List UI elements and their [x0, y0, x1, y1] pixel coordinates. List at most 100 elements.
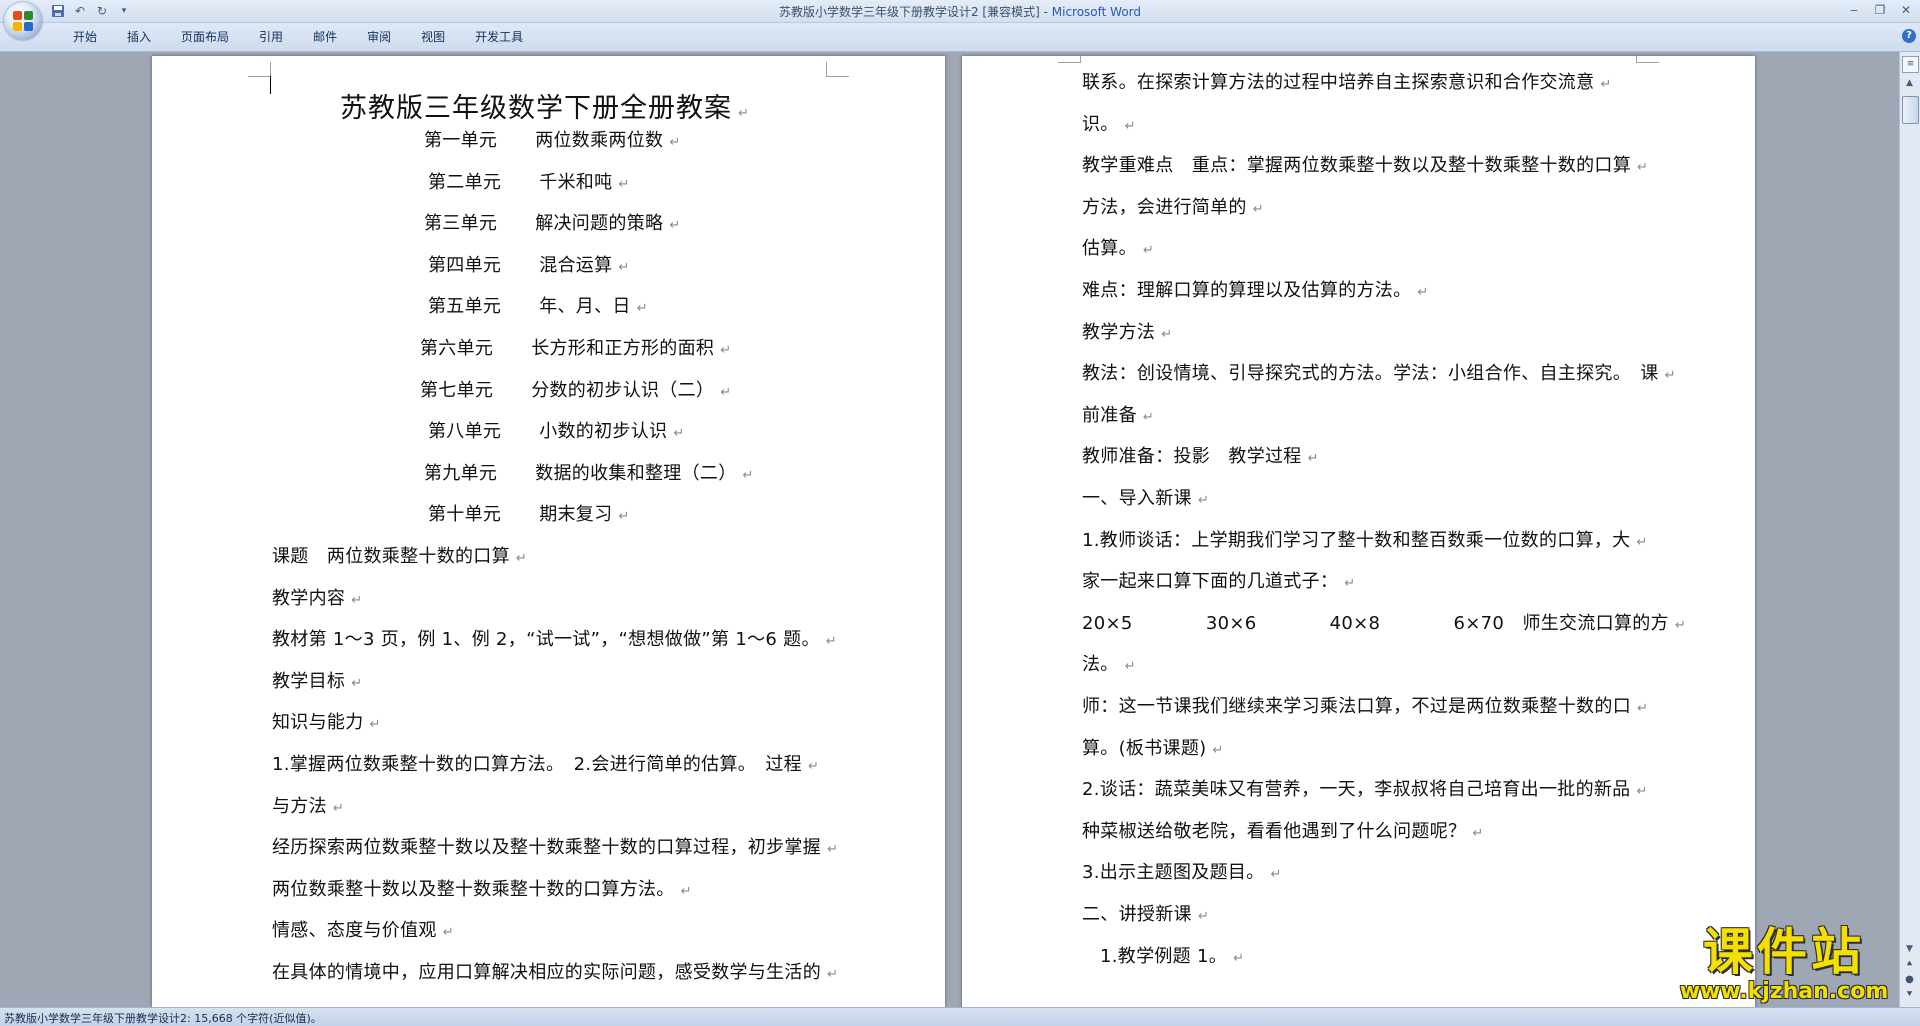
body-paragraph: 1.教学例题 1。 ↵	[1100, 942, 1244, 968]
window-controls: ‒ ❐ ✕	[1846, 2, 1914, 18]
office-button[interactable]	[4, 2, 42, 40]
body-paragraph: 情感、态度与价值观 ↵	[272, 916, 454, 942]
title-bar: ↶ ↻ ▾ 苏教版小学数学三年级下册教学设计2 [兼容模式] - Microso…	[0, 0, 1920, 23]
page-2[interactable]: 联系。在探索计算方法的过程中培养自主探索意识和合作交流意 ↵ 识。 ↵ 教学重难点 重点…	[962, 52, 1755, 1007]
body-paragraph: 20×5 30×6 40×8 6×70 师生交流口算的方 ↵	[1082, 609, 1686, 635]
paragraph-mark: ↵	[720, 384, 732, 400]
scroll-thumb[interactable]	[1902, 96, 1919, 124]
paragraph-mark: ↵	[369, 717, 381, 733]
paragraph-mark: ↵	[1142, 409, 1155, 425]
minimize-icon[interactable]: ‒	[1846, 2, 1862, 18]
body-paragraph-text: 二、讲授新课	[1082, 904, 1192, 925]
previous-page-icon[interactable]: ⯅	[1902, 958, 1917, 972]
body-paragraph: 3.出示主题图及题目。 ↵	[1082, 858, 1282, 884]
unit-number: 第一单元	[424, 130, 498, 151]
body-paragraph: 教学目标 ↵	[272, 667, 362, 693]
body-paragraph-text: 种菜椒送给敬老院，看看他遇到了什么问题呢？	[1082, 820, 1467, 842]
unit-name: 小数的初步认识	[539, 421, 668, 443]
body-paragraph: 种菜椒送给敬老院，看看他遇到了什么问题呢？ ↵	[1082, 817, 1484, 843]
document-title: 苏教版三年级数学下册全册教案 ↵	[340, 86, 750, 125]
body-paragraph: 算。(板书课题) ↵	[1082, 734, 1224, 760]
browse-object-icon[interactable]: ●	[1902, 973, 1917, 987]
unit-list-item: 第四单元 混合运算 ↵	[428, 251, 630, 277]
paragraph-mark: ↵	[1417, 285, 1429, 300]
page-1[interactable]: 苏教版三年级数学下册全册教案 ↵ 第一单元 两位数乘两位数 ↵ 第二单元 千米和吨 ↵ 第三单…	[152, 56, 945, 1007]
body-paragraph: 教材第 1～3 页，例 1、例 2，“试一试”，“想想做做”第 1～6 题。 ↵	[272, 625, 837, 651]
next-page-icon[interactable]: ⯆	[1902, 988, 1917, 1002]
unit-number: 第八单元	[428, 421, 502, 443]
document-title-text: 苏教版三年级数学下册全册教案	[340, 93, 732, 124]
ruler-toggle-icon[interactable]: ≡	[1902, 56, 1919, 73]
body-paragraph-text: 教材第 1～3 页，例 1、例 2，“试一试”，“想想做做”第 1～6 题。	[272, 629, 820, 651]
body-paragraph: 法。 ↵	[1082, 650, 1136, 676]
unit-number: 第七单元	[420, 379, 494, 401]
paragraph-mark: ↵	[825, 634, 837, 650]
body-paragraph-text: 师：这一节课我们继续来学习乘法口算，不过是两位数乘整十数的口	[1082, 696, 1631, 717]
ribbon-tab[interactable]: 视图	[406, 29, 460, 45]
ribbon-tab[interactable]: 引用	[244, 29, 298, 45]
unit-number: 第五单元	[428, 296, 502, 318]
paragraph-mark: ↵	[742, 467, 754, 483]
ribbon-tab[interactable]: 邮件	[298, 29, 352, 45]
body-paragraph: 经历探索两位数乘整十数以及整十数乘整十数的口算过程，初步掌握 ↵	[272, 833, 838, 859]
body-paragraph: 难点：理解口算的算理以及估算的方法。 ↵	[1082, 276, 1429, 302]
ribbon-tab[interactable]: 开发工具	[460, 29, 538, 45]
body-paragraph-text: 前准备	[1082, 404, 1137, 426]
ribbon-tabs: 开始 插入 页面布局 引用 邮件 审阅 视图 开发工具	[58, 29, 538, 45]
unit-number: 第四单元	[428, 254, 502, 276]
body-paragraph-text: 在具体的情境中，应用口算解决相应的实际问题，感受数学与生活的	[272, 962, 821, 983]
window-title: 苏教版小学数学三年级下册教学设计2 [兼容模式] - Microsoft Wor…	[0, 3, 1920, 20]
unit-name: 期末复习	[539, 504, 613, 526]
unit-list-item: 第五单元 年、月、日 ↵	[428, 292, 648, 318]
body-paragraph-text: 方法，会进行简单的	[1082, 196, 1247, 218]
paragraph-mark: ↵	[351, 675, 363, 691]
status-bar: 苏教版小学数学三年级下册教学设计2: 15,668 个字符(近似值)。	[0, 1007, 1920, 1026]
paragraph-mark: ↵	[1142, 243, 1155, 259]
body-paragraph: 方法，会进行简单的 ↵	[1082, 193, 1264, 219]
paragraph-mark: ↵	[1252, 201, 1264, 217]
body-paragraph: 联系。在探索计算方法的过程中培养自主探索意识和合作交流意 ↵	[1082, 68, 1612, 94]
ribbon-tab[interactable]: 审阅	[352, 29, 406, 45]
body-paragraph: 1.教师谈话：上学期我们学习了整十数和整百数乘一位数的口算，大 ↵	[1082, 526, 1648, 552]
paragraph-mark: ↵	[332, 800, 345, 816]
paragraph-mark: ↵	[738, 106, 750, 121]
unit-number: 第十单元	[428, 504, 502, 526]
ribbon-tab[interactable]: 插入	[112, 29, 166, 45]
body-paragraph-text: 与方法	[272, 795, 327, 817]
scroll-down-icon[interactable]: ▼	[1902, 942, 1917, 957]
vertical-scrollbar[interactable]: ≡ ▲ ▼ ⯅ ● ⯆	[1899, 52, 1920, 1007]
unit-name: 两位数乘两位数	[535, 130, 664, 151]
restore-icon[interactable]: ❐	[1872, 2, 1888, 18]
unit-name: 长方形和正方形的面积	[531, 338, 715, 359]
paragraph-mark: ↵	[1124, 659, 1136, 675]
paragraph-mark: ↵	[1344, 576, 1356, 592]
unit-number: 第九单元	[424, 462, 498, 484]
paragraph-mark: ↵	[1197, 493, 1210, 508]
margin-corner-mark	[826, 62, 849, 77]
paragraph-mark: ↵	[1124, 118, 1136, 134]
text-cursor	[270, 76, 271, 94]
app-name: Microsoft Word	[1051, 5, 1142, 19]
body-paragraph-text: 识。	[1082, 113, 1119, 135]
ribbon-tab[interactable]: 开始	[58, 29, 112, 45]
body-paragraph: 一、导入新课 ↵	[1082, 484, 1209, 510]
close-icon[interactable]: ✕	[1898, 2, 1914, 18]
scroll-up-icon[interactable]: ▲	[1902, 76, 1917, 91]
help-icon[interactable]: ?	[1902, 29, 1916, 43]
margin-corner-mark	[1058, 52, 1081, 63]
body-paragraph-text: 教师准备：投影 教学过程	[1082, 446, 1302, 468]
paragraph-mark: ↵	[827, 967, 839, 982]
body-paragraph-text: 教法：创设情境、引导探究式的方法。学法：小组合作、自主探究。 课	[1082, 363, 1659, 385]
ribbon-tab[interactable]: 页面布局	[166, 29, 244, 45]
document-workspace: 苏教版三年级数学下册全册教案 ↵ 第一单元 两位数乘两位数 ↵ 第二单元 千米和吨 ↵ 第三单…	[0, 52, 1900, 1007]
paragraph-mark: ↵	[1270, 867, 1282, 883]
body-paragraph-text: 1.掌握两位数乘整十数的口算方法。 2.会进行简单的估算。 过程	[272, 754, 802, 775]
paragraph-mark: ↵	[618, 176, 630, 192]
body-paragraph: 识。 ↵	[1082, 110, 1136, 136]
unit-list-item: 第八单元 小数的初步认识 ↵	[428, 417, 685, 443]
body-paragraph-text: 20×5 30×6 40×8 6×70 师生交流口算的方	[1082, 612, 1669, 634]
office-logo-icon	[13, 11, 33, 31]
paragraph-mark: ↵	[1161, 326, 1173, 342]
body-paragraph-text: 教学内容	[272, 587, 346, 609]
unit-list-item: 第一单元 两位数乘两位数 ↵	[424, 126, 681, 152]
